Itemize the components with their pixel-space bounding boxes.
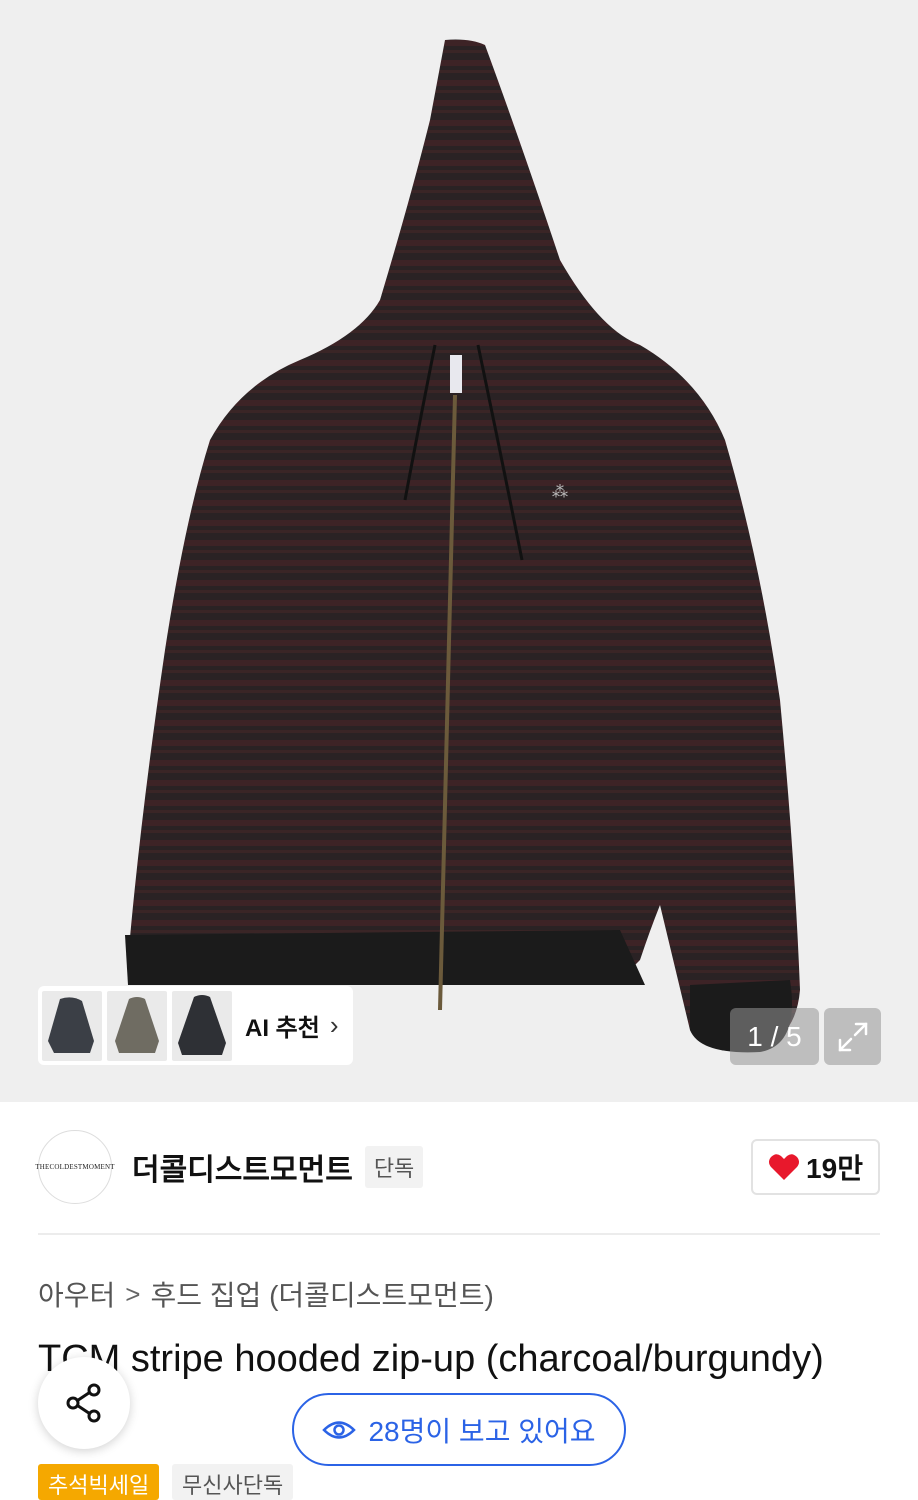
sale-tag: 추석빅세일 bbox=[38, 1464, 160, 1500]
viewers-indicator: 28명이 보고 있어요 bbox=[292, 1393, 626, 1466]
brand-logo-text: THECOLDESTMOMENT bbox=[35, 1163, 115, 1171]
expand-icon bbox=[838, 1022, 867, 1051]
chevron-right-icon: › bbox=[329, 1010, 339, 1040]
brand-name[interactable]: 더콜디스트모먼트 bbox=[132, 1145, 353, 1189]
ai-recommend-card[interactable]: AI 추천 › bbox=[38, 986, 353, 1065]
ai-recommend-label: AI 추천 bbox=[245, 1015, 320, 1042]
chevron-right-icon: > bbox=[125, 1278, 141, 1309]
eye-icon bbox=[322, 1420, 357, 1439]
hoodie-image: ⁂ bbox=[125, 39, 800, 1053]
recommend-thumbnail[interactable] bbox=[107, 990, 167, 1061]
recommend-thumbnail[interactable] bbox=[42, 990, 102, 1061]
viewers-text: 28명이 보고 있어요 bbox=[368, 1415, 596, 1447]
exclusive-tag: 무신사단독 bbox=[172, 1464, 294, 1500]
like-button[interactable]: 19만 bbox=[751, 1139, 880, 1195]
svg-text:⁂: ⁂ bbox=[552, 482, 568, 501]
breadcrumb: 아우터 > 후드 집업 (더콜디스트모먼트) bbox=[38, 1274, 494, 1314]
recommend-thumbnail[interactable] bbox=[172, 990, 232, 1061]
ai-recommend-link[interactable]: AI 추천 › bbox=[245, 1008, 339, 1043]
like-count: 19만 bbox=[806, 1153, 863, 1184]
breadcrumb-item-category[interactable]: 아우터 bbox=[38, 1274, 115, 1314]
brand-logo[interactable]: THECOLDESTMOMENT bbox=[35, 1130, 115, 1204]
image-counter: 1 / 5 bbox=[730, 1008, 819, 1065]
brand-row: THECOLDESTMOMENT 더콜디스트모먼트 단독 19만 bbox=[35, 1130, 880, 1204]
divider bbox=[38, 1233, 880, 1235]
exclusive-badge: 단독 bbox=[364, 1146, 424, 1188]
share-button[interactable] bbox=[38, 1357, 130, 1449]
share-icon bbox=[66, 1383, 101, 1423]
breadcrumb-item-subcategory[interactable]: 후드 집업 (더콜디스트모먼트) bbox=[150, 1274, 493, 1314]
heart-icon bbox=[769, 1154, 800, 1180]
expand-button[interactable] bbox=[824, 1008, 881, 1065]
product-title: TCM stripe hooded zip-up (charcoal/burgu… bbox=[38, 1338, 824, 1380]
product-image-gallery[interactable]: ⁂ AI 추천 › 1 / 5 bbox=[0, 0, 918, 1102]
